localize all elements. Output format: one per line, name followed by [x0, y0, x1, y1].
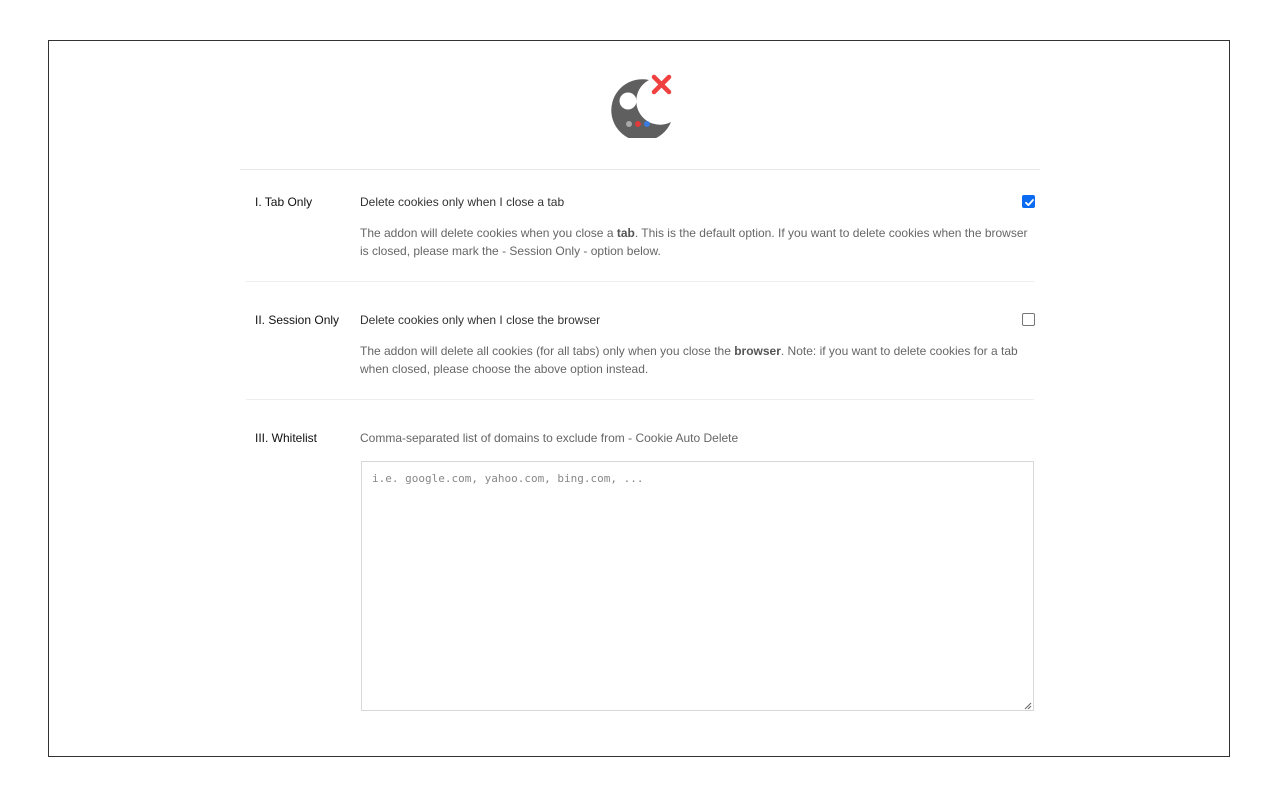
- resize-grip-icon[interactable]: [1024, 702, 1032, 710]
- whitelist-textarea[interactable]: [361, 461, 1034, 711]
- checkmark-icon: [1025, 199, 1034, 206]
- cookie-delete-logo-icon: [611, 74, 672, 138]
- tab-only-label: I. Tab Only: [255, 195, 313, 209]
- tab-only-description: The addon will delete cookies when you c…: [360, 226, 1028, 258]
- options-page: I. Tab Only Delete cookies only when I c…: [48, 40, 1230, 757]
- session-only-title: Delete cookies only when I close the bro…: [360, 313, 601, 327]
- tab-only-title: Delete cookies only when I close a tab: [360, 195, 565, 209]
- header-divider: [240, 169, 1040, 170]
- session-only-description: The addon will delete all cookies (for a…: [360, 344, 1018, 376]
- whitelist-title: Comma-separated list of domains to exclu…: [360, 431, 739, 445]
- row-divider: [246, 399, 1034, 400]
- row-divider: [246, 281, 1034, 282]
- tab-only-checkbox[interactable]: [1022, 195, 1035, 208]
- whitelist-label: III. Whitelist: [255, 431, 318, 445]
- session-only-checkbox[interactable]: [1022, 313, 1035, 326]
- session-only-label: II. Session Only: [255, 313, 340, 327]
